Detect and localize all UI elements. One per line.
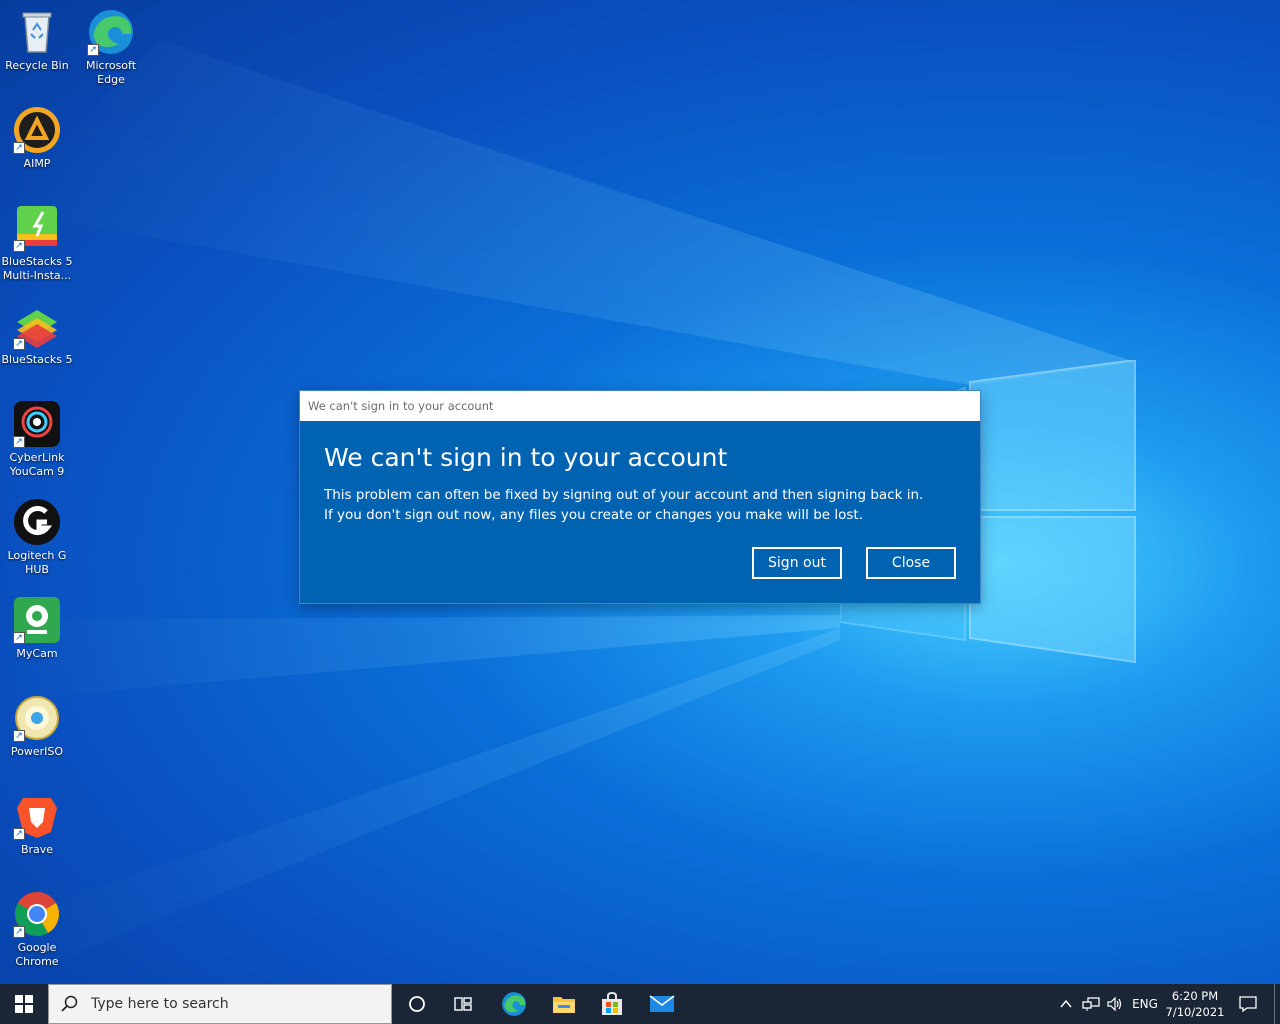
desktop-icon-edge[interactable]: ↗ Microsoft Edge [75, 8, 147, 87]
taskbar: Type here to search ENG 6:20 PM 7/10/202… [0, 984, 1280, 1024]
brave-icon: ↗ [13, 792, 61, 840]
bluestacks-icon: ↗ [13, 302, 61, 350]
taskbar-store-button[interactable] [588, 984, 636, 1024]
search-icon [61, 995, 78, 1012]
desktop-icon-label: Google Chrome [15, 941, 59, 968]
taskbar-mail-button[interactable] [638, 984, 686, 1024]
desktop-icon-logitech[interactable]: Logitech G HUB [1, 498, 73, 577]
desktop-icon-label: Recycle Bin [5, 59, 69, 72]
search-placeholder: Type here to search [91, 996, 229, 1012]
edge-icon [502, 992, 526, 1016]
desktop-icon-label: PowerISO [10, 745, 64, 758]
desktop-icon-label: Brave [20, 843, 54, 856]
dialog-message: This problem can often be fixed by signi… [324, 485, 923, 525]
taskbar-file-explorer-button[interactable] [540, 984, 588, 1024]
clock-time: 6:20 PM [1171, 989, 1219, 1003]
desktop-icon-label: MyCam [16, 647, 58, 660]
task-view-icon [454, 997, 472, 1011]
desktop-icon-bluestacks[interactable]: ↗ BlueStacks 5 [1, 302, 73, 367]
windows-start-icon [15, 995, 33, 1013]
desktop-icon-label: AIMP [23, 157, 51, 170]
logitech-icon [13, 498, 61, 546]
aimp-icon: ↗ [13, 106, 61, 154]
close-button[interactable]: Close [866, 547, 956, 579]
chrome-icon: ↗ [13, 890, 61, 938]
task-view-button[interactable] [440, 984, 486, 1024]
poweriso-icon: ↗ [13, 694, 61, 742]
cortana-button[interactable] [394, 984, 440, 1024]
desktop-icon-youcam[interactable]: ↗ CyberLink YouCam 9 [1, 400, 73, 479]
desktop-icon-label: Microsoft Edge [85, 59, 137, 86]
desktop-icon-aimp[interactable]: ↗ AIMP [1, 106, 73, 171]
input-language-indicator[interactable]: ENG [1128, 984, 1162, 1024]
taskbar-clock[interactable]: 6:20 PM 7/10/2021 [1160, 988, 1230, 1020]
desktop-icon-label: CyberLink YouCam 9 [9, 451, 65, 478]
start-button[interactable] [0, 984, 48, 1024]
bluestacks-multi-icon: ↗ [13, 204, 61, 252]
edge-icon: ↗ [87, 8, 135, 56]
sign-in-error-dialog: We can't sign in to your account We can'… [300, 391, 980, 603]
dialog-message-line-1: This problem can often be fixed by signi… [324, 487, 924, 503]
desktop-icon-label: BlueStacks 5 [1, 353, 73, 366]
network-icon [1082, 997, 1100, 1011]
speaker-icon [1107, 996, 1122, 1012]
taskbar-search-box[interactable]: Type here to search [48, 984, 392, 1024]
desktop-icon-recycle-bin[interactable]: Recycle Bin [1, 8, 73, 73]
dialog-title-bar[interactable]: We can't sign in to your account [300, 391, 980, 421]
desktop-icon-bluestacks-multi[interactable]: ↗ BlueStacks 5 Multi-Insta... [1, 204, 73, 283]
mycam-icon: ↗ [13, 596, 61, 644]
chevron-up-icon [1060, 999, 1072, 1008]
desktop-icon-brave[interactable]: ↗ Brave [1, 792, 73, 857]
desktop-icon-poweriso[interactable]: ↗ PowerISO [1, 694, 73, 759]
folder-icon [553, 997, 575, 1013]
clock-date: 7/10/2021 [1165, 1005, 1225, 1019]
youcam-icon: ↗ [13, 400, 61, 448]
network-button[interactable] [1080, 984, 1102, 1024]
show-desktop-button[interactable] [1274, 984, 1275, 1024]
desktop-icon-label: Logitech G HUB [7, 549, 67, 576]
recycle-bin-icon [13, 8, 61, 56]
action-center-button[interactable] [1232, 984, 1264, 1024]
cortana-circle-icon [409, 996, 425, 1012]
desktop-icon-mycam[interactable]: ↗ MyCam [1, 596, 73, 661]
desktop-icon-label: BlueStacks 5 Multi-Insta... [1, 255, 73, 282]
show-hidden-icons-button[interactable] [1056, 984, 1076, 1024]
store-bag-icon [602, 992, 622, 1015]
taskbar-edge-button[interactable] [490, 984, 538, 1024]
mail-icon [649, 995, 675, 1012]
desktop-icon-chrome[interactable]: ↗ Google Chrome [1, 890, 73, 969]
notification-icon [1239, 996, 1257, 1012]
dialog-heading: We can't sign in to your account [324, 443, 728, 472]
dialog-message-line-2: If you don't sign out now, any files you… [324, 507, 864, 523]
sign-out-button[interactable]: Sign out [752, 547, 842, 579]
volume-button[interactable] [1104, 984, 1126, 1024]
